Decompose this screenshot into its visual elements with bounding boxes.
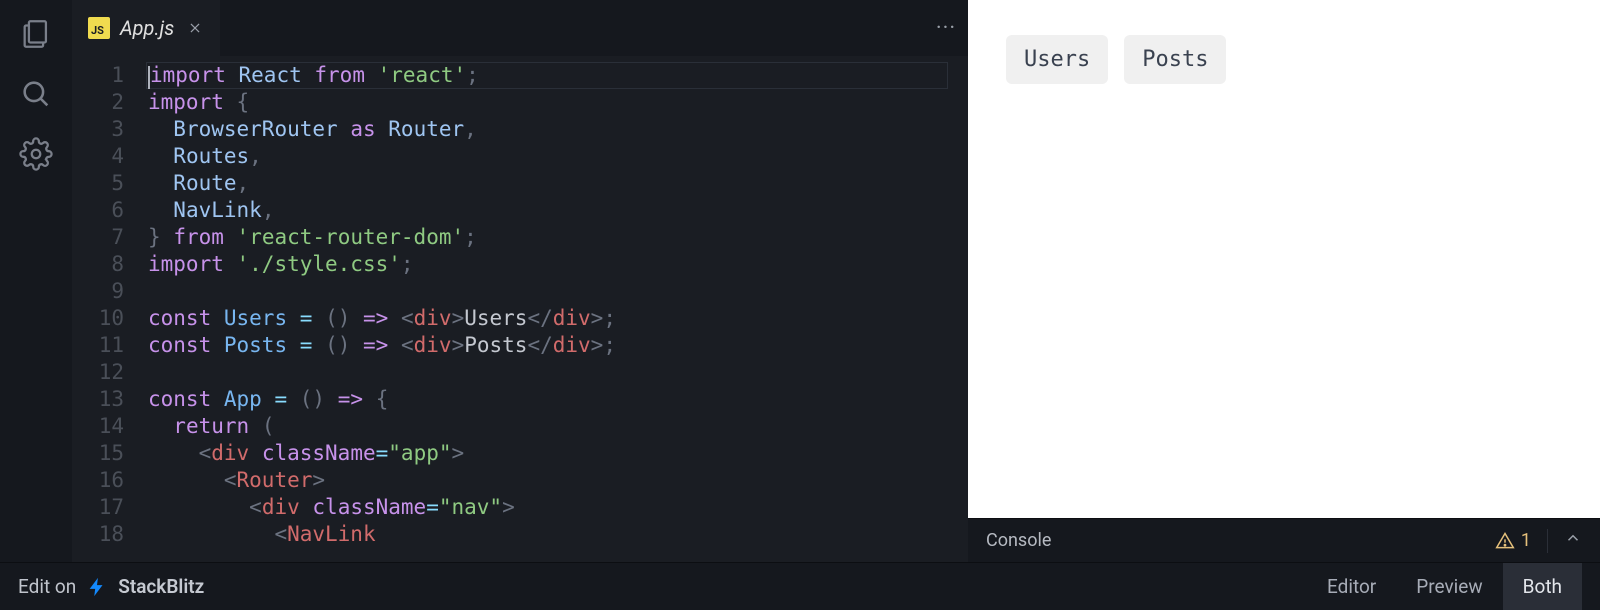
code-line: BrowserRouter as Router, xyxy=(148,116,968,143)
view-mode-tabs: Editor Preview Both xyxy=(1307,563,1582,610)
code-line: Routes, xyxy=(148,143,968,170)
view-tab-editor[interactable]: Editor xyxy=(1307,563,1396,610)
gear-icon[interactable] xyxy=(18,136,54,172)
view-tab-both[interactable]: Both xyxy=(1503,563,1582,610)
code-line xyxy=(148,359,968,386)
code-line: const App = () => { xyxy=(148,386,968,413)
code-line: Route, xyxy=(148,170,968,197)
close-icon[interactable] xyxy=(184,17,206,39)
tab-bar: JS App.js ··· xyxy=(72,0,968,56)
brand-label: StackBlitz xyxy=(118,575,204,598)
preview-nav: Users Posts xyxy=(1006,35,1562,84)
footer-bar: Edit on StackBlitz Editor Preview Both xyxy=(0,562,1600,610)
search-icon[interactable] xyxy=(18,76,54,112)
nav-link-users[interactable]: Users xyxy=(1006,35,1108,84)
code-line xyxy=(148,278,968,305)
code-line: <div className="app"> xyxy=(148,440,968,467)
nav-link-posts[interactable]: Posts xyxy=(1124,35,1226,84)
code-line: import React from 'react'; xyxy=(148,62,968,89)
code-line: } from 'react-router-dom'; xyxy=(148,224,968,251)
code-editor[interactable]: 1 2 3 4 5 6 7 8 9 10 11 12 13 14 15 16 1… xyxy=(72,56,968,562)
edit-on-label: Edit on xyxy=(18,575,76,598)
tab-filename: App.js xyxy=(120,16,174,40)
line-gutter: 1 2 3 4 5 6 7 8 9 10 11 12 13 14 15 16 1… xyxy=(72,62,148,562)
code-line: const Posts = () => <div>Posts</div>; xyxy=(148,332,968,359)
preview-body: Users Posts xyxy=(968,0,1600,518)
code-line: const Users = () => <div>Users</div>; xyxy=(148,305,968,332)
files-icon[interactable] xyxy=(18,16,54,52)
js-badge-icon: JS xyxy=(88,17,110,39)
view-tab-preview[interactable]: Preview xyxy=(1396,563,1502,610)
code-line: import { xyxy=(148,89,968,116)
code-line: NavLink, xyxy=(148,197,968,224)
preview-pane: Users Posts Console 1 xyxy=(968,0,1600,562)
edit-on-stackblitz[interactable]: Edit on StackBlitz xyxy=(18,575,204,598)
warning-icon xyxy=(1495,531,1515,551)
editor-pane: JS App.js ··· 1 2 3 4 5 6 7 8 9 10 11 xyxy=(72,0,968,562)
code-line: import './style.css'; xyxy=(148,251,968,278)
code-content[interactable]: import React from 'react'; import { Brow… xyxy=(148,62,968,562)
console-bar[interactable]: Console 1 xyxy=(968,518,1600,562)
code-line: <div className="nav"> xyxy=(148,494,968,521)
console-label: Console xyxy=(986,530,1495,551)
code-line: return ( xyxy=(148,413,968,440)
tab-more-icon[interactable]: ··· xyxy=(924,0,968,56)
chevron-up-icon[interactable] xyxy=(1564,529,1582,552)
code-line: <NavLink xyxy=(148,521,968,548)
bolt-icon xyxy=(86,576,108,598)
activity-bar xyxy=(0,0,72,562)
tab-app-js[interactable]: JS App.js xyxy=(72,0,220,56)
console-warning-count[interactable]: 1 xyxy=(1495,530,1531,551)
code-line: <Router> xyxy=(148,467,968,494)
